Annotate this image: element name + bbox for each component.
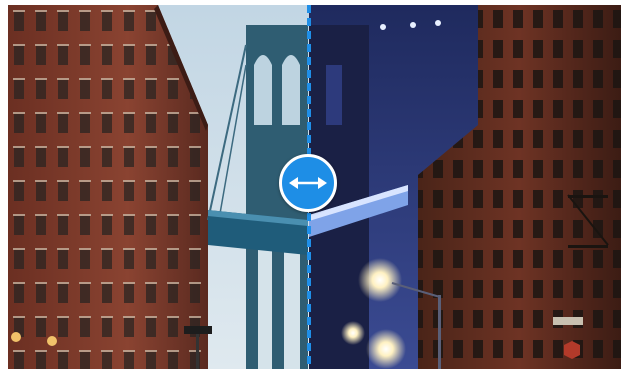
before-image bbox=[8, 5, 309, 369]
day-scene bbox=[8, 5, 309, 369]
image-comparison-slider[interactable] bbox=[8, 5, 621, 369]
night-scene bbox=[309, 5, 621, 369]
double-arrow-horizontal-icon bbox=[289, 177, 327, 189]
slider-handle[interactable] bbox=[279, 154, 337, 212]
after-image bbox=[309, 5, 621, 369]
